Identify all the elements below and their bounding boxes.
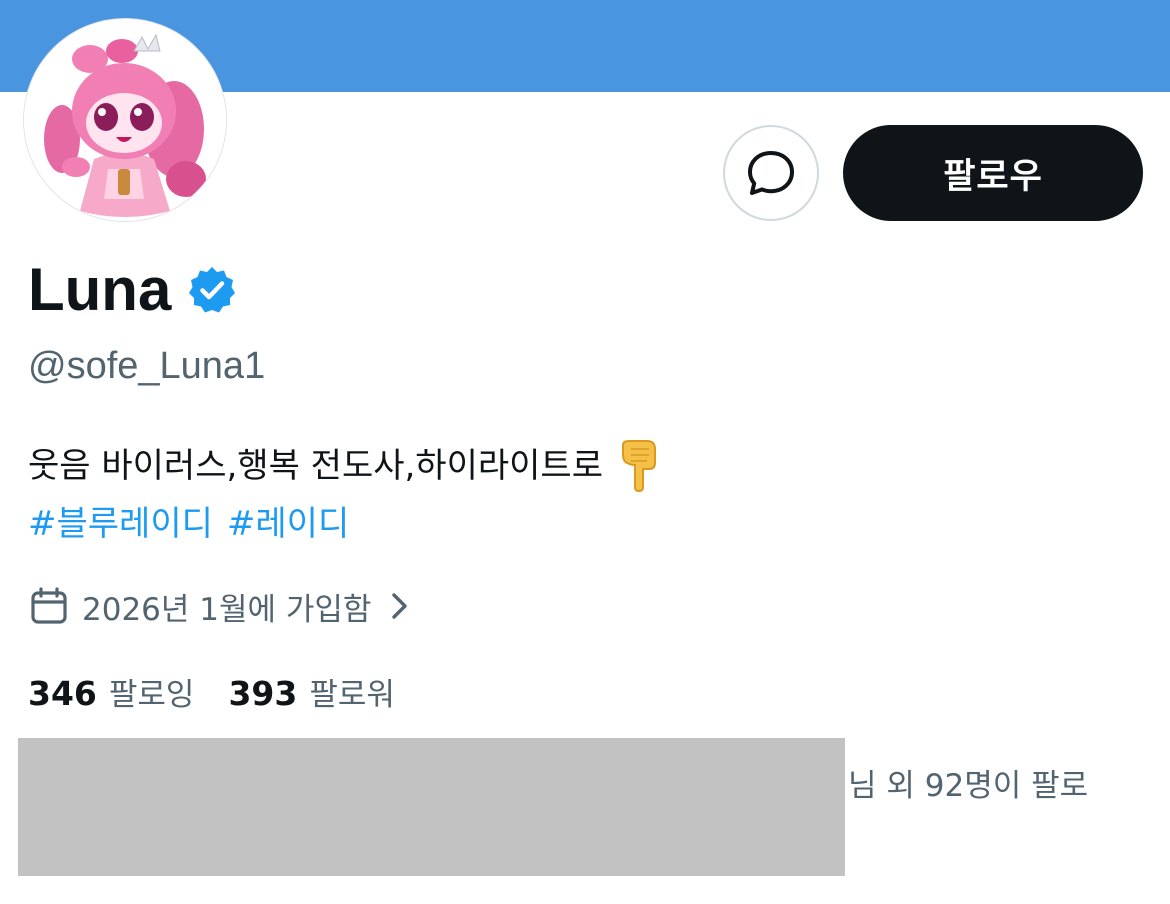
profile-handle: @sofe_Luna1 — [28, 345, 266, 387]
profile-bio: 웃음 바이러스,행복 전도사,하이라이트로 #블루레이디 #레이디 — [28, 437, 1128, 553]
redacted-follower-avatars — [18, 738, 845, 876]
hashtag-link[interactable]: #블루레이디 — [28, 495, 213, 553]
follow-stats: 346 팔로잉 393 팔로워 — [28, 666, 395, 716]
followers-label: 팔로워 — [309, 676, 395, 713]
follow-button-label: 팔로우 — [943, 156, 1043, 197]
following-count: 346 — [28, 673, 97, 713]
profile-avatar[interactable] — [23, 18, 227, 222]
message-button[interactable] — [723, 125, 819, 221]
pink-character-avatar-icon — [24, 19, 226, 221]
display-name: Luna — [28, 256, 172, 323]
followers-count: 393 — [228, 673, 298, 713]
bio-hashtags: #블루레이디 #레이디 — [28, 495, 1128, 553]
joined-date-row[interactable]: 2026년 1월에 가입함 — [30, 582, 411, 630]
follow-button[interactable]: 팔로우 — [843, 125, 1143, 221]
calendar-icon — [31, 587, 67, 624]
followers-link[interactable]: 393 팔로워 — [228, 669, 394, 714]
joined-date-text: 2026년 1월에 가입함 — [82, 591, 372, 628]
bio-text: 웃음 바이러스,행복 전도사,하이라이트로 — [28, 446, 603, 486]
followed-by-row[interactable]: 님 외 92명이 팔로 — [18, 738, 1158, 876]
followed-by-text: 님 외 92명이 팔로 — [848, 768, 1089, 804]
hashtag-link[interactable]: #레이디 — [227, 495, 349, 553]
backhand-pointing-down-emoji-icon — [622, 440, 656, 493]
chevron-right-icon — [392, 593, 408, 619]
name-row: Luna — [28, 254, 237, 326]
bio-line-1: 웃음 바이러스,행복 전도사,하이라이트로 — [28, 437, 1128, 495]
verified-badge-icon[interactable] — [187, 265, 237, 315]
profile-page: 팔로우 Luna @sofe_Luna1 웃음 바이러스,행복 전도사,하이라이… — [0, 0, 1170, 904]
message-icon — [748, 151, 794, 195]
following-label: 팔로잉 — [108, 676, 195, 713]
following-link[interactable]: 346 팔로잉 — [28, 669, 194, 714]
